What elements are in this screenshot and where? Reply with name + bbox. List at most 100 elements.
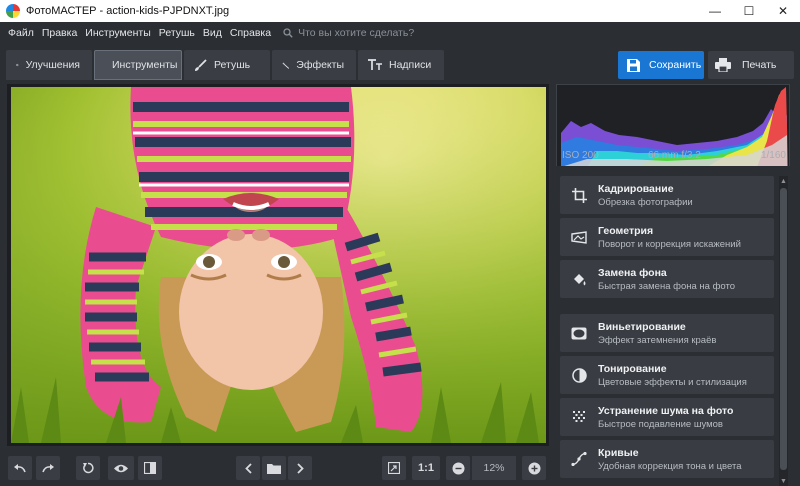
magic-wand-icon: [282, 61, 290, 69]
tool-title: Тонирование: [598, 362, 667, 375]
bucket-icon: [573, 273, 585, 285]
tab-label: Надписи: [389, 59, 432, 71]
scroll-thumb[interactable]: [780, 188, 787, 470]
toning-icon: [571, 367, 587, 383]
tool-list-scrollbar[interactable]: ▲ ▼: [779, 176, 788, 486]
tab-label: Ретушь: [214, 59, 251, 71]
tab-label: Улучшения: [25, 59, 80, 71]
redo-button[interactable]: [36, 456, 60, 480]
tool-title: Геометрия: [598, 224, 654, 237]
tool-title: Замена фона: [598, 266, 667, 279]
tool-title: Кадрирование: [598, 182, 674, 195]
menu-help[interactable]: Справка: [226, 27, 275, 39]
tool-toning[interactable]: Тонирование Цветовые эффекты и стилизация: [560, 356, 774, 394]
eye-icon: [114, 464, 128, 472]
iso-value: ISO 200: [562, 150, 599, 161]
scroll-down-icon[interactable]: ▼: [779, 476, 788, 486]
undo-icon: [14, 463, 26, 472]
lens-value: 66 mm f/3.2: [648, 150, 701, 161]
tab-effects[interactable]: Эффекты: [272, 50, 356, 80]
fit-to-screen-button[interactable]: [382, 456, 406, 480]
geometry-icon: [571, 230, 587, 244]
tool-geometry[interactable]: Геометрия Поворот и коррекция искажений: [560, 218, 774, 256]
right-panel: ISO 200 66 mm f/3.2 1/160 Кадрирование Об…: [556, 84, 794, 486]
minimize-button[interactable]: —: [698, 0, 732, 22]
app-logo-icon: [6, 4, 20, 18]
floppy-disk-icon: [627, 58, 640, 72]
window-title: ФотоМАСТЕР - action-kids-PJPDNXT.jpg: [26, 5, 230, 17]
tool-background-replace[interactable]: Замена фона Быстрая замена фона на фото: [560, 260, 774, 298]
tab-tools[interactable]: Инструменты: [94, 50, 182, 80]
crop-icon: [571, 187, 587, 203]
next-photo-button[interactable]: [288, 456, 312, 480]
command-search-placeholder: Что вы хотите сделать?: [298, 27, 415, 39]
redo-icon: [42, 463, 54, 472]
brush-icon: [195, 58, 207, 71]
chevron-left-icon: [244, 462, 252, 474]
sliders-icon: [16, 63, 19, 67]
tool-crop[interactable]: Кадрирование Обрезка фотографии: [560, 176, 774, 214]
tab-label: Эффекты: [296, 59, 344, 71]
compare-button[interactable]: [138, 456, 162, 480]
tool-curves[interactable]: Кривые Удобная коррекция тона и цвета: [560, 440, 774, 478]
save-button[interactable]: Сохранить: [618, 51, 704, 79]
tool-title: Кривые: [598, 446, 639, 459]
rotate-ccw-icon: [83, 462, 94, 474]
menu-retouch[interactable]: Ретушь: [155, 27, 199, 39]
bottom-toolbar: 1:1 12%: [0, 450, 556, 486]
menu-view[interactable]: Вид: [199, 27, 226, 39]
scroll-up-icon[interactable]: ▲: [779, 176, 788, 186]
menu-file[interactable]: Файл: [4, 27, 38, 39]
title-bar: ФотоМАСТЕР - action-kids-PJPDNXT.jpg — ☐…: [0, 0, 800, 22]
zoom-in-button[interactable]: [522, 456, 546, 480]
fit-screen-icon: [388, 462, 400, 474]
reset-button[interactable]: [76, 456, 100, 480]
tool-title: Виньетирование: [598, 320, 686, 333]
tool-subtitle: Поворот и коррекция искажений: [598, 238, 741, 250]
previous-photo-button[interactable]: [236, 456, 260, 480]
tool-subtitle: Цветовые эффекты и стилизация: [598, 376, 747, 388]
maximize-button[interactable]: ☐: [732, 0, 766, 22]
save-label: Сохранить: [649, 59, 702, 71]
folder-icon: [267, 463, 281, 474]
open-folder-button[interactable]: [262, 456, 286, 480]
chevron-right-icon: [296, 462, 304, 474]
text-icon: [368, 59, 382, 70]
print-button[interactable]: Печать: [708, 51, 794, 79]
curves-icon: [571, 452, 587, 466]
tab-label: Инструменты: [112, 59, 178, 71]
command-search[interactable]: Что вы хотите сделать?: [283, 27, 414, 39]
tool-subtitle: Эффект затемнения краёв: [598, 334, 717, 346]
zoom-out-icon: [452, 462, 464, 474]
zoom-in-icon: [528, 462, 540, 474]
panel-divider: [556, 166, 790, 168]
preview-button[interactable]: [108, 456, 134, 480]
actual-size-button[interactable]: 1:1: [412, 456, 440, 480]
undo-button[interactable]: [8, 456, 32, 480]
tool-subtitle: Удобная коррекция тона и цвета: [598, 460, 742, 472]
tool-noise-reduction[interactable]: Устранение шума на фото Быстрое подавлени…: [560, 398, 774, 436]
photo-preview[interactable]: [11, 87, 546, 443]
close-button[interactable]: ✕: [766, 0, 800, 22]
vignette-icon: [571, 327, 587, 339]
menu-edit[interactable]: Правка: [38, 27, 81, 39]
printer-icon: [715, 58, 731, 72]
tab-enhancements[interactable]: Улучшения: [6, 50, 92, 80]
zoom-out-button[interactable]: [446, 456, 470, 480]
photo-image: [11, 87, 546, 443]
menu-bar: Файл Правка Инструменты Ретушь Вид Справ…: [0, 22, 800, 44]
tool-subtitle: Быстрое подавление шумов: [598, 418, 723, 430]
noise-icon: [573, 411, 585, 422]
compare-icon: [144, 462, 156, 474]
tool-subtitle: Быстрая замена фона на фото: [598, 280, 735, 292]
search-icon: [283, 28, 293, 38]
print-label: Печать: [742, 59, 777, 71]
tool-subtitle: Обрезка фотографии: [598, 196, 693, 208]
tool-title: Устранение шума на фото: [598, 404, 734, 417]
zoom-level[interactable]: 12%: [472, 456, 516, 480]
tool-vignette[interactable]: Виньетирование Эффект затемнения краёв: [560, 314, 774, 352]
main-toolbar: Улучшения Инструменты Ретушь Эффекты Над…: [0, 44, 800, 82]
menu-tools[interactable]: Инструменты: [81, 27, 154, 39]
tab-retouch[interactable]: Ретушь: [184, 50, 270, 80]
tab-captions[interactable]: Надписи: [358, 50, 444, 80]
